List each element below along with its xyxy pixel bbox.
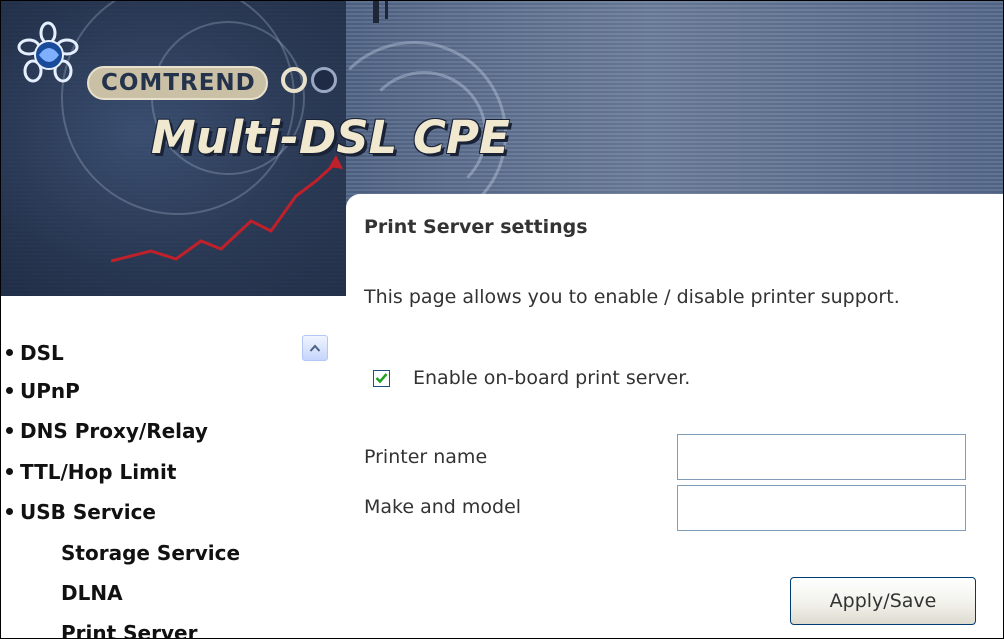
printer-name-label: Printer name bbox=[364, 446, 488, 468]
nav-subitem-dlna[interactable]: DLNA bbox=[61, 581, 123, 605]
apply-save-button[interactable]: Apply/Save bbox=[790, 577, 976, 625]
checkmark-icon bbox=[375, 373, 388, 384]
chevron-up-icon bbox=[309, 344, 321, 352]
bullet-icon bbox=[6, 349, 13, 356]
nav-item-dns-proxy-relay[interactable]: DNS Proxy/Relay bbox=[6, 419, 208, 443]
main-content-panel bbox=[346, 194, 1003, 638]
enable-print-server-row[interactable]: Enable on-board print server. bbox=[373, 367, 690, 389]
nav-subitem-print-server[interactable]: Print Server bbox=[61, 621, 197, 638]
nav-item-dsl[interactable]: DSL bbox=[6, 341, 64, 365]
brand-dots bbox=[281, 67, 341, 97]
nav-item-upnp[interactable]: UPnP bbox=[6, 379, 80, 403]
enable-print-server-checkbox[interactable] bbox=[373, 369, 390, 387]
comtrend-flower-icon bbox=[17, 21, 79, 83]
page-title: Print Server settings bbox=[364, 216, 588, 238]
nav-item-usb-service[interactable]: USB Service bbox=[6, 500, 156, 524]
make-and-model-label: Make and model bbox=[364, 496, 522, 518]
bullet-icon bbox=[6, 468, 13, 475]
nav-subitem-storage-service[interactable]: Storage Service bbox=[61, 541, 240, 565]
router-config-page: COMTREND Multi-DSL CPE Print Server sett… bbox=[0, 0, 1004, 639]
trend-line-graphic bbox=[111, 155, 343, 263]
make-and-model-input[interactable] bbox=[677, 485, 966, 531]
printer-name-input[interactable] bbox=[677, 434, 966, 480]
bullet-icon bbox=[6, 508, 13, 515]
nav-scroll-up-button[interactable] bbox=[302, 335, 328, 361]
bullet-icon bbox=[6, 427, 13, 434]
enable-print-server-label: Enable on-board print server. bbox=[413, 367, 691, 389]
bullet-icon bbox=[6, 387, 13, 394]
nav-item-ttl-hop-limit[interactable]: TTL/Hop Limit bbox=[6, 460, 176, 484]
brand-logo: COMTREND bbox=[87, 66, 268, 100]
page-description: This page allows you to enable / disable… bbox=[364, 286, 900, 308]
